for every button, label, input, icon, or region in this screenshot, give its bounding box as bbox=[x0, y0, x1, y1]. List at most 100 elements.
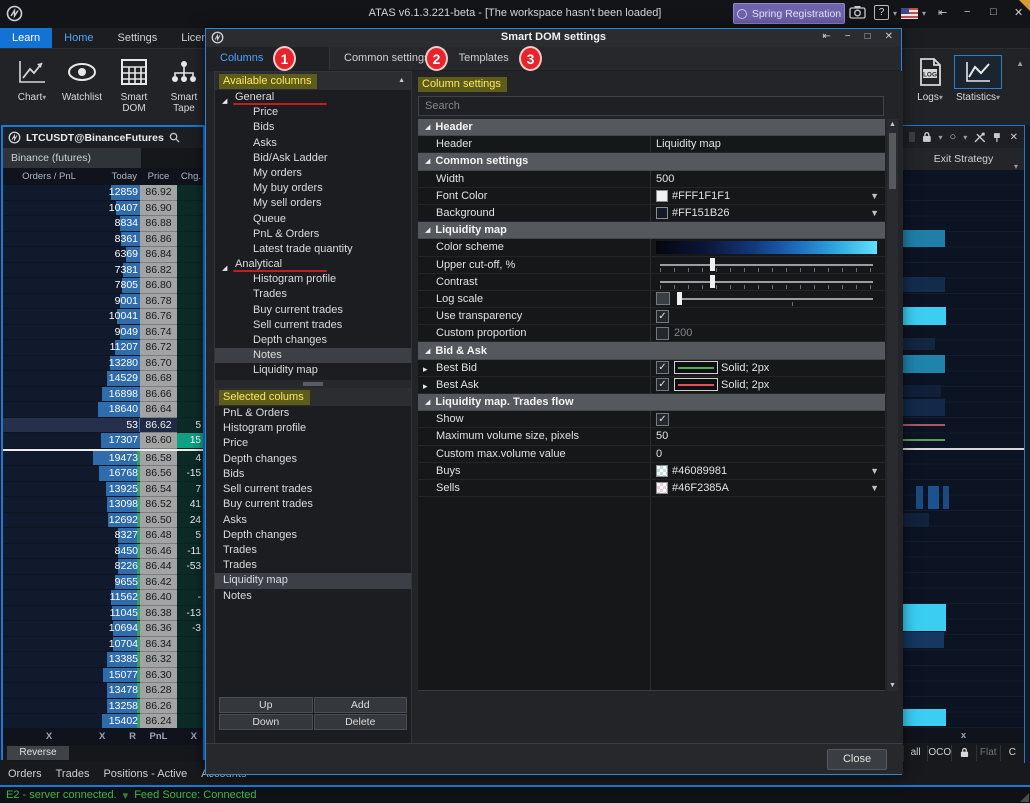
lock-icon[interactable] bbox=[922, 131, 932, 143]
settings-section-liquidity-map-trades-flow[interactable]: ◢Liquidity map. Trades flow bbox=[418, 394, 885, 411]
dom-row[interactable]: 1070486.34 bbox=[3, 637, 203, 653]
dom-cell-price[interactable]: 86.72 bbox=[140, 340, 177, 356]
dom-row[interactable]: 1104586.38-13 bbox=[3, 606, 203, 622]
dom-row[interactable]: 1689886.66 bbox=[3, 387, 203, 403]
tab-home[interactable]: Home bbox=[52, 28, 105, 48]
dropdown-icon[interactable]: ▼ bbox=[870, 208, 879, 218]
tree-item[interactable]: Trades bbox=[215, 287, 411, 302]
down-button[interactable]: Down bbox=[219, 714, 313, 730]
settings-value[interactable]: 500 bbox=[650, 171, 885, 188]
tab-orders[interactable]: Orders bbox=[8, 768, 42, 780]
dom-row[interactable]: 883486.88 bbox=[3, 216, 203, 232]
dom-row[interactable]: 1269286.5024 bbox=[3, 513, 203, 529]
dom-cell-price[interactable]: 86.86 bbox=[140, 232, 177, 248]
help-icon[interactable]: ? bbox=[874, 5, 889, 20]
slider-handle[interactable] bbox=[677, 292, 682, 305]
server-status-dropdown-icon[interactable]: ▾ bbox=[123, 789, 129, 802]
tab-binance-futures[interactable]: Binance (futures) bbox=[3, 148, 141, 168]
color-swatch[interactable] bbox=[656, 190, 668, 202]
settings-value[interactable]: Liquidity map bbox=[650, 136, 885, 153]
tree-item[interactable]: My orders bbox=[215, 166, 411, 181]
footer-r[interactable]: R bbox=[129, 731, 136, 742]
selected-column-item[interactable]: Asks bbox=[215, 513, 411, 528]
color-swatch[interactable] bbox=[656, 465, 668, 477]
dom-cell-price[interactable]: 86.42 bbox=[140, 575, 177, 591]
dom-row[interactable]: 1730786.6015 bbox=[3, 433, 203, 449]
settings-value[interactable] bbox=[650, 257, 885, 274]
all-button[interactable]: all bbox=[903, 745, 927, 761]
selected-column-item[interactable]: Sell current trades bbox=[215, 482, 411, 497]
reverse-button[interactable]: Reverse bbox=[7, 746, 69, 760]
line-style-preview[interactable] bbox=[674, 361, 718, 374]
tree-item[interactable]: Asks bbox=[215, 136, 411, 151]
tab-learn[interactable]: Learn bbox=[0, 28, 52, 48]
dom-cell-price[interactable]: 86.46 bbox=[140, 544, 177, 560]
pin-icon[interactable] bbox=[993, 132, 1001, 143]
horizontal-scrollbar[interactable] bbox=[215, 380, 411, 388]
collapse-icon[interactable]: ▲ bbox=[398, 77, 405, 84]
dom-row[interactable]: 636986.84 bbox=[3, 247, 203, 263]
dom-row[interactable]: 780586.80 bbox=[3, 278, 203, 294]
dom-row[interactable]: 1347886.28 bbox=[3, 683, 203, 699]
settings-section-bid-ask[interactable]: ◢Bid & Ask bbox=[418, 342, 885, 359]
delete-button[interactable]: Delete bbox=[314, 714, 408, 730]
tree-item[interactable]: Histogram profile bbox=[215, 272, 411, 287]
ribbon-smart-dom[interactable]: SmartDOM bbox=[110, 55, 158, 114]
dom-row[interactable]: 1069486.36-3 bbox=[3, 621, 203, 637]
settings-value[interactable] bbox=[650, 239, 885, 256]
col-header-orders-pnl[interactable]: Orders / PnL bbox=[3, 171, 95, 182]
settings-value[interactable]: ✓ bbox=[650, 308, 885, 325]
dom-cell-price[interactable]: 86.30 bbox=[140, 668, 177, 684]
dom-cell-price[interactable]: 86.62 bbox=[140, 418, 177, 434]
settings-value[interactable]: ✓ bbox=[650, 411, 885, 428]
settings-section-liquidity-map[interactable]: ◢Liquidity map bbox=[418, 222, 885, 239]
dialog-close-icon[interactable]: ✕ bbox=[885, 31, 893, 42]
checkbox[interactable]: ✓ bbox=[656, 310, 669, 323]
selected-column-item[interactable]: Notes bbox=[215, 589, 411, 604]
dom-cell-price[interactable]: 86.92 bbox=[140, 185, 177, 201]
dom-row[interactable]: 1285986.92 bbox=[3, 185, 203, 201]
tree-item[interactable]: Bid/Ask Ladder bbox=[215, 151, 411, 166]
col-header-today[interactable]: Today bbox=[95, 171, 140, 182]
tree-item[interactable]: Notes bbox=[215, 348, 411, 363]
dom-row[interactable]: 1309886.5241 bbox=[3, 497, 203, 513]
search-icon[interactable] bbox=[169, 132, 180, 143]
settings-value[interactable] bbox=[650, 291, 885, 308]
dom-row[interactable]: 845086.46-11 bbox=[3, 544, 203, 560]
tree-item[interactable]: Liquidity map bbox=[215, 363, 411, 378]
dom-cell-price[interactable]: 86.44 bbox=[140, 559, 177, 575]
dialog-tab-templates[interactable]: Templates bbox=[445, 47, 524, 70]
circle-dropdown-icon[interactable]: ▾ bbox=[963, 133, 967, 142]
dom-cell-price[interactable]: 86.90 bbox=[140, 201, 177, 217]
dom-row[interactable]: 1507786.30 bbox=[3, 668, 203, 684]
minimize-to-tray-icon[interactable]: ⇤ bbox=[938, 6, 947, 19]
slider[interactable] bbox=[673, 290, 879, 307]
screenshot-camera-icon[interactable] bbox=[849, 5, 866, 19]
checkbox[interactable]: ✓ bbox=[656, 413, 669, 426]
tree-item[interactable]: PnL & Orders bbox=[215, 227, 411, 242]
settings-value[interactable]: 50 bbox=[650, 428, 885, 445]
settings-section-common-settings[interactable]: ◢Common settings bbox=[418, 153, 885, 170]
row-expander-icon[interactable]: ▸ bbox=[423, 378, 428, 395]
tree-item[interactable]: Buy current trades bbox=[215, 303, 411, 318]
ribbon-logs[interactable]: LOGLogs▾ bbox=[906, 55, 954, 103]
settings-value[interactable]: ✓Solid; 2px bbox=[650, 377, 885, 394]
dom-cell-price[interactable]: 86.50 bbox=[140, 513, 177, 529]
dom-cell-price[interactable]: 86.88 bbox=[140, 216, 177, 232]
settings-value[interactable]: #FFF1F1F1▼ bbox=[650, 188, 885, 205]
dropdown-icon[interactable]: ▼ bbox=[870, 191, 879, 201]
tab-settings[interactable]: Settings bbox=[105, 28, 169, 48]
dom-cell-price[interactable]: 86.70 bbox=[140, 356, 177, 372]
selected-column-item[interactable]: Trades bbox=[215, 558, 411, 573]
dom-cell-price[interactable]: 86.28 bbox=[140, 683, 177, 699]
footer-x-chg[interactable]: X bbox=[177, 731, 203, 742]
dom-row[interactable]: 1120786.72 bbox=[3, 340, 203, 356]
tree-item[interactable]: My buy orders bbox=[215, 181, 411, 196]
dom-row[interactable]: 1325886.26 bbox=[3, 699, 203, 715]
selected-column-item[interactable]: Depth changes bbox=[215, 528, 411, 543]
dom-row[interactable]: 1004186.76 bbox=[3, 309, 203, 325]
tree-item[interactable]: Depth changes bbox=[215, 333, 411, 348]
dom-cell-price[interactable]: 86.26 bbox=[140, 699, 177, 715]
dom-row[interactable]: 1864086.64 bbox=[3, 402, 203, 418]
help-dropdown-icon[interactable]: ▾ bbox=[893, 9, 897, 18]
